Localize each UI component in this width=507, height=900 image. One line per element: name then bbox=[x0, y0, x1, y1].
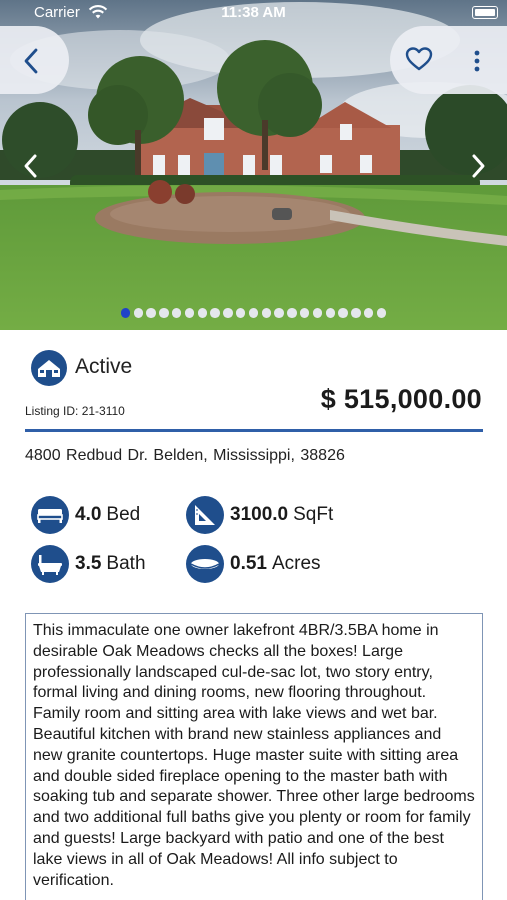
page-dot[interactable] bbox=[146, 308, 156, 318]
next-photo-button[interactable] bbox=[463, 148, 493, 184]
set-square-icon bbox=[186, 496, 224, 534]
bedrooms-unit: Bed bbox=[106, 504, 141, 525]
acreage-unit: Acres bbox=[271, 553, 321, 574]
page-dot[interactable] bbox=[287, 308, 297, 318]
feature-bedrooms: 4.0 Bed bbox=[30, 495, 140, 535]
back-button[interactable] bbox=[14, 44, 48, 78]
square-feet-unit: SqFt bbox=[293, 504, 334, 525]
previous-photo-button[interactable] bbox=[16, 148, 46, 184]
section-divider bbox=[25, 429, 483, 432]
feature-acreage: 0.51 Acres bbox=[185, 544, 321, 584]
bathrooms-unit: Bath bbox=[106, 553, 146, 574]
page-dot[interactable] bbox=[351, 308, 361, 318]
page-indicator[interactable] bbox=[0, 308, 507, 318]
land-icon bbox=[186, 545, 224, 583]
favorite-button[interactable] bbox=[402, 42, 436, 76]
page-dot[interactable] bbox=[299, 308, 310, 318]
bathtub-icon bbox=[31, 545, 69, 583]
acreage-value: 0.51 bbox=[230, 553, 267, 574]
chevron-left-icon bbox=[24, 48, 38, 74]
page-dot[interactable] bbox=[133, 308, 144, 318]
page-dot[interactable] bbox=[223, 308, 233, 318]
page-dot[interactable] bbox=[261, 308, 272, 318]
bathrooms-value: 3.5 bbox=[75, 553, 102, 574]
chevron-left-icon bbox=[24, 154, 37, 178]
photo-gallery[interactable]: Carrier 11:38 AM bbox=[0, 0, 507, 330]
listing-description[interactable]: This immaculate one owner lakefront 4BR/… bbox=[25, 613, 483, 900]
page-dot[interactable] bbox=[210, 308, 220, 318]
battery-icon bbox=[472, 6, 498, 19]
listing-address: 4800 Redbud Dr. Belden, Mississippi, 388… bbox=[25, 447, 345, 464]
chevron-right-icon bbox=[472, 154, 485, 178]
page-dot[interactable] bbox=[184, 308, 195, 318]
bedrooms-value: 4.0 bbox=[75, 504, 102, 525]
page-dot[interactable] bbox=[159, 308, 169, 318]
page-dot[interactable] bbox=[325, 308, 336, 318]
page-dot[interactable] bbox=[120, 308, 131, 318]
listing-price: $ 515,000.00 bbox=[320, 384, 482, 414]
feature-bathrooms: 3.5 Bath bbox=[30, 544, 146, 584]
page-dot[interactable] bbox=[338, 308, 348, 318]
square-feet-value: 3100.0 bbox=[230, 504, 289, 525]
page-dot[interactable] bbox=[197, 308, 208, 318]
page-dot[interactable] bbox=[248, 308, 259, 318]
house-badge-icon bbox=[31, 350, 67, 386]
page-dot[interactable] bbox=[235, 308, 246, 318]
heart-outline-icon bbox=[405, 47, 433, 71]
page-dot[interactable] bbox=[171, 308, 182, 318]
feature-square-feet: 3100.0 SqFt bbox=[185, 495, 333, 535]
clock-label: 11:38 AM bbox=[221, 4, 286, 21]
bed-icon bbox=[31, 496, 69, 534]
status-bar: Carrier 11:38 AM bbox=[0, 0, 507, 26]
page-dot[interactable] bbox=[312, 308, 323, 318]
page-dot[interactable] bbox=[363, 308, 374, 318]
page-dot[interactable] bbox=[274, 308, 284, 318]
listing-id: Listing ID: 21-3110 bbox=[25, 404, 125, 418]
more-options-button[interactable] bbox=[464, 44, 490, 78]
more-vertical-icon bbox=[474, 50, 480, 72]
listing-status: Active bbox=[75, 355, 133, 378]
page-dot[interactable] bbox=[376, 308, 387, 318]
